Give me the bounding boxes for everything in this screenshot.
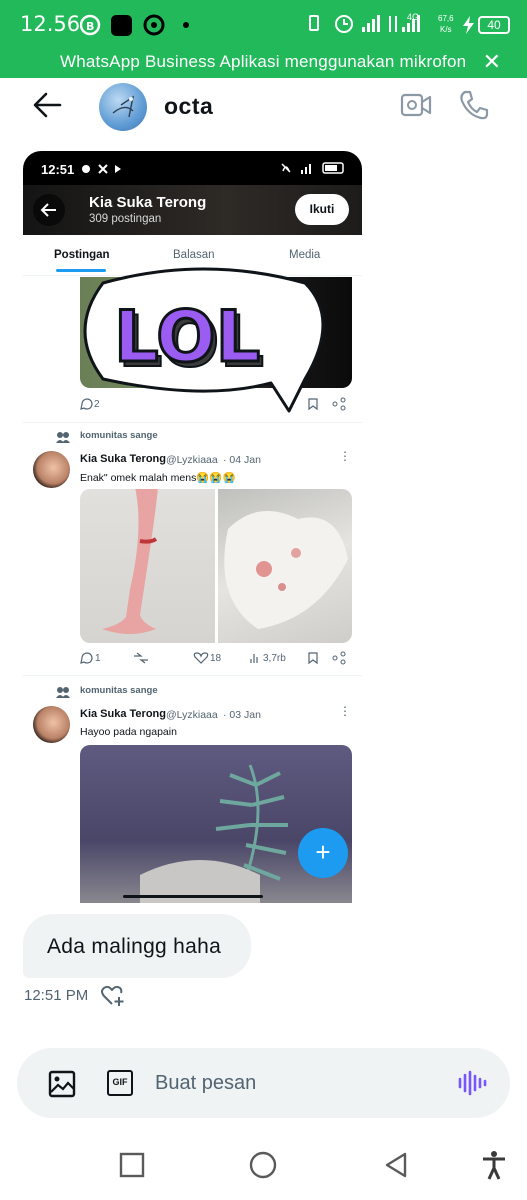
message-composer: GIF Buat pesan — [17, 1048, 510, 1118]
signal-type: 4G — [407, 12, 420, 22]
post-handle[interactable]: @Lyzkiaaa — [166, 709, 218, 721]
image-icon[interactable] — [48, 1070, 76, 1098]
accessibility-icon[interactable] — [481, 1150, 507, 1180]
tab-replies[interactable]: Balasan — [173, 249, 215, 261]
message-time: 12:51 PM — [24, 987, 89, 1004]
contact-name[interactable]: octa — [164, 93, 213, 120]
tab-posts[interactable]: Postingan — [54, 249, 110, 261]
post-author[interactable]: Kia Suka Terong — [80, 453, 166, 465]
inner-system-icons — [281, 162, 344, 174]
profile-header: Kia Suka Terong 309 postingan Ikuti — [23, 185, 362, 235]
message-bubble[interactable]: Ada malingg haha — [23, 914, 251, 978]
post-image-left[interactable] — [80, 489, 215, 643]
gif-button[interactable]: GIF — [107, 1070, 133, 1096]
post-text: Hayoo pada ngapain — [80, 726, 177, 738]
post-author[interactable]: Kia Suka Terong — [80, 708, 166, 720]
back-arrow-icon[interactable] — [32, 92, 62, 118]
home-icon[interactable] — [249, 1151, 277, 1179]
phone-call-icon[interactable] — [458, 89, 490, 121]
avatar[interactable] — [99, 83, 147, 131]
community-icon — [56, 432, 70, 443]
microphone-in-use-banner[interactable]: WhatsApp Business Aplikasi menggunakan m… — [0, 46, 527, 78]
battery-level: 40 — [487, 18, 501, 32]
navigation-bar — [0, 1130, 527, 1200]
inner-back-button[interactable] — [33, 194, 65, 226]
voice-message-icon[interactable] — [457, 1070, 487, 1096]
lol-sticker: LOL LOL — [83, 267, 325, 413]
post-image[interactable] — [80, 745, 352, 903]
inner-notification-icons — [82, 164, 121, 174]
post-divider — [23, 675, 362, 676]
recents-icon[interactable] — [119, 1152, 145, 1178]
sticker-text: LOL — [114, 296, 260, 378]
post-text: Enak" omek malah mens😭😭😭 — [80, 472, 236, 484]
charging-icon — [463, 16, 474, 34]
view-count: 3,7rb — [263, 653, 286, 664]
message-input[interactable]: Buat pesan — [155, 1072, 256, 1095]
more-icon[interactable]: ⋮ — [339, 449, 351, 463]
banner-text: WhatsApp Business Aplikasi menggunakan m… — [60, 52, 467, 71]
author-avatar[interactable] — [33, 706, 70, 743]
back-icon[interactable] — [383, 1151, 409, 1179]
chat-header — [0, 78, 527, 140]
reply-count: 1 — [95, 653, 101, 664]
close-icon[interactable]: ✕ — [483, 49, 501, 75]
message-text: Ada malingg haha — [47, 935, 222, 958]
profile-name: Kia Suka Terong — [89, 194, 207, 211]
add-reaction-icon[interactable] — [100, 984, 126, 1008]
author-avatar[interactable] — [33, 451, 70, 488]
post-community[interactable]: komunitas sange — [80, 685, 158, 696]
status-notification-icons: B — [80, 14, 189, 36]
compose-fab[interactable]: + — [298, 828, 348, 878]
inner-status-time: 12:51 — [41, 162, 75, 177]
inner-back-icon — [40, 203, 56, 217]
home-indicator — [123, 895, 263, 898]
post-community[interactable]: komunitas sange — [80, 430, 158, 441]
post-date: · 03 Jan — [223, 709, 261, 721]
tab-media[interactable]: Media — [289, 249, 320, 261]
post-date: · 04 Jan — [223, 454, 261, 466]
more-icon[interactable]: ⋮ — [339, 704, 351, 718]
status-time: 12.56 — [20, 12, 81, 36]
inner-status-bar: 12:51 — [23, 151, 362, 185]
shared-screenshot[interactable]: 12:51 Kia Suka Terong 309 postingan Ikut… — [23, 151, 362, 903]
post-image-right[interactable] — [218, 489, 352, 643]
video-call-icon[interactable] — [400, 92, 432, 118]
battery-icon: 40 — [478, 16, 510, 34]
follow-button[interactable]: Ikuti — [295, 194, 349, 225]
svg-text:B: B — [86, 20, 94, 33]
status-bar: 12.56 B 4G 67,6 K/s 40 — [0, 0, 527, 46]
post-count: 309 postingan — [89, 213, 162, 225]
net-speed: 67,6 — [438, 14, 454, 23]
like-count: 18 — [210, 653, 222, 664]
post-divider — [23, 422, 362, 423]
net-speed-unit: K/s — [440, 25, 452, 34]
post-handle[interactable]: @Lyzkiaaa — [166, 454, 218, 466]
community-icon — [56, 687, 70, 698]
